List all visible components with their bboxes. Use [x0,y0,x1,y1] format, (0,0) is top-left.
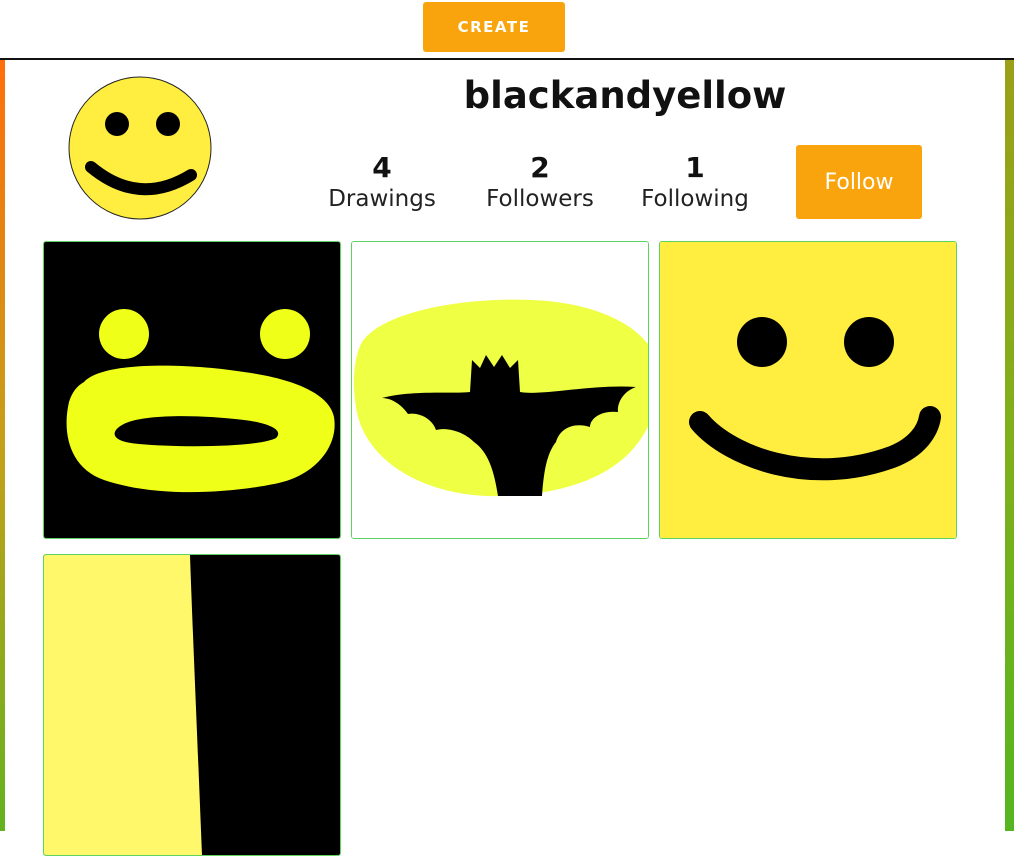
smiley-avatar-icon [68,76,212,220]
stat-drawings-count: 4 [372,151,392,184]
stat-followers[interactable]: 2 Followers [475,152,605,214]
profile-frame: blackandyellow 4 Drawings 2 Followers 1 … [0,60,1014,856]
stat-following-label: Following [641,186,749,212]
drawing-tile[interactable] [43,554,341,856]
stat-following[interactable]: 1 Following [630,152,760,214]
profile-content: blackandyellow 4 Drawings 2 Followers 1 … [5,60,1005,856]
stat-following-count: 1 [685,151,705,184]
top-bar: CREATE [0,0,1014,58]
smiley-drawing-icon [660,242,956,538]
page-title: blackandyellow [463,74,787,117]
stat-followers-count: 2 [530,151,550,184]
drawing-tile[interactable] [659,241,957,539]
drawing-tile[interactable] [43,241,341,539]
stat-followers-label: Followers [486,186,594,212]
bat-signal-drawing-icon [352,242,648,538]
avatar[interactable] [67,75,213,221]
stat-drawings[interactable]: 4 Drawings [317,152,447,214]
frame-right-edge [1005,60,1014,831]
follow-button[interactable]: Follow [796,145,922,219]
stat-drawings-label: Drawings [328,186,436,212]
drawing-tile[interactable] [351,241,649,539]
create-button[interactable]: CREATE [423,2,565,52]
yellow-black-split-drawing-icon [44,555,340,855]
black-face-drawing-icon [44,242,340,538]
